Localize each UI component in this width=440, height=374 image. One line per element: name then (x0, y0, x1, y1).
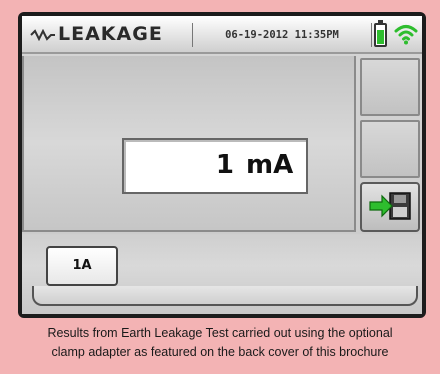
reading-panel: 1 mA (22, 56, 356, 232)
side-button-2[interactable] (360, 120, 420, 178)
reading-display: 1 mA (122, 138, 308, 194)
save-to-memory-icon (369, 192, 411, 220)
leakage-mode-icon (30, 29, 55, 41)
figure-caption: Results from Earth Leakage Test carried … (0, 320, 440, 374)
mode-title: LEAKAGE (58, 23, 163, 45)
datetime-display: 06-19-2012 11:35PM (192, 23, 372, 47)
status-header: LEAKAGE 06-19-2012 11:35PM (22, 16, 422, 54)
battery-level-fill (377, 30, 384, 44)
bottom-bar: 1A (22, 234, 422, 314)
reading-unit: mA (246, 150, 294, 180)
side-button-1[interactable] (360, 58, 420, 116)
battery-icon (374, 20, 387, 47)
range-button[interactable]: 1A (46, 246, 118, 286)
reading-value: 1 (215, 150, 234, 180)
caption-line-1: Results from Earth Leakage Test carried … (47, 326, 393, 340)
wifi-icon (394, 25, 418, 45)
tester-device: LEAKAGE 06-19-2012 11:35PM 1 mA 1A (18, 12, 426, 318)
device-screen: LEAKAGE 06-19-2012 11:35PM 1 mA 1A (22, 16, 422, 314)
tab-strip (32, 286, 418, 306)
save-button[interactable] (360, 182, 420, 232)
caption-line-2: clamp adapter as featured on the back co… (51, 345, 389, 359)
